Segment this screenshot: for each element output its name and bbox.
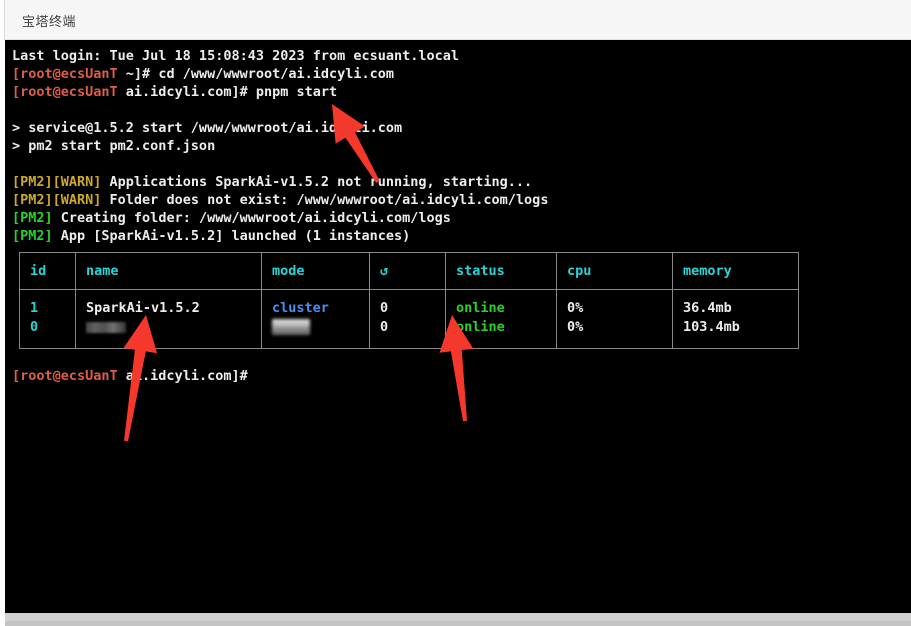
terminal-text-segment: [PM2][WARN] <box>12 174 110 190</box>
terminal-text-segment: ai.idcyli.com]# <box>125 368 256 384</box>
terminal-text-segment: [PM2][WARN] <box>12 192 110 208</box>
tab-terminal[interactable]: 宝塔终端 <box>22 11 76 30</box>
terminal-log-line: [PM2] App [SparkAi-v1.5.2] launched (1 i… <box>12 227 911 245</box>
terminal-text-segment: [root@ecsUanT <box>12 84 126 100</box>
pm2-value-mode-redacted <box>272 318 369 337</box>
pm2-header-mode: mode <box>261 252 370 290</box>
window-titlebar: 宝塔终端 <box>0 0 911 40</box>
terminal-spacer-line <box>12 349 911 367</box>
pm2-process-table: id name mode ↺ status cpu memory 1 0 Spa… <box>19 252 799 349</box>
pm2-cell-cpu: 0% 0% <box>556 289 673 349</box>
terminal-text-segment: ~]# <box>125 66 159 82</box>
terminal-log-lines: Last login: Tue Jul 18 15:08:43 2023 fro… <box>12 47 911 245</box>
pm2-cell-memory: 36.4mb 103.4mb <box>672 289 799 349</box>
pm2-value-restarts: 0 <box>380 300 389 316</box>
status-badge: online <box>456 300 505 316</box>
terminal-log-line: [PM2][WARN] Applications SparkAi-v1.5.2 … <box>12 173 911 191</box>
terminal-log-line: > service@1.5.2 start /www/wwwroot/ai.id… <box>12 119 911 137</box>
pm2-header-cpu: cpu <box>556 252 673 290</box>
terminal-text-segment: Folder does not exist: /www/wwwroot/ai.i… <box>109 192 549 208</box>
baota-terminal-window: 宝塔终端 Last login: Tue Jul 18 15:08:43 202… <box>0 0 911 626</box>
pm2-value-name-redacted <box>86 318 261 337</box>
pm2-value-id: 1 <box>30 300 39 316</box>
pm2-cell-name: SparkAi-v1.5.2 <box>75 289 262 349</box>
terminal-prompt-line[interactable]: [root@ecsUanT ai.idcyli.com]# <box>12 367 911 385</box>
pm2-value-id: 0 <box>30 319 39 335</box>
terminal-log-line: [PM2] Creating folder: /www/wwwroot/ai.i… <box>12 209 911 227</box>
pm2-table-row-group: 1 0 SparkAi-v1.5.2 cluster 0 0 online on… <box>19 289 799 349</box>
terminal-text-segment: [root@ecsUanT <box>12 66 126 82</box>
pm2-value-cpu: 0% <box>567 319 584 335</box>
pm2-header-id: id <box>19 252 76 290</box>
terminal-log-line <box>12 155 911 173</box>
terminal-text-segment: [PM2] <box>12 210 61 226</box>
window-left-edge <box>0 0 5 40</box>
pm2-cell-mode: cluster <box>261 289 370 349</box>
pm2-header-memory: memory <box>672 252 799 290</box>
pm2-cell-id: 1 0 <box>19 289 76 349</box>
terminal-log-line: [root@ecsUanT ai.idcyli.com]# pnpm start <box>12 83 911 101</box>
redaction-block <box>86 321 126 333</box>
redaction-block <box>272 319 310 335</box>
pm2-cell-status: online online <box>445 289 557 349</box>
pm2-value-cpu: 0% <box>567 300 584 316</box>
terminal-log-line: [PM2][WARN] Folder does not exist: /www/… <box>12 191 911 209</box>
terminal-text-segment: Creating folder: /www/wwwroot/ai.idcyli.… <box>60 210 451 226</box>
pm2-value-memory: 103.4mb <box>683 319 740 335</box>
terminal-log-line: [root@ecsUanT ~]# cd /www/wwwroot/ai.idc… <box>12 65 911 83</box>
terminal-text-segment: > service@1.5.2 start /www/wwwroot/ai.id… <box>12 120 403 136</box>
bottom-scrollbar[interactable] <box>5 621 911 626</box>
pm2-header-name: name <box>75 252 262 290</box>
terminal-text-segment: Last login: Tue Jul 18 15:08:43 2023 fro… <box>12 48 460 64</box>
pm2-value-name: SparkAi-v1.5.2 <box>86 300 200 316</box>
terminal-log-line <box>12 101 911 119</box>
bottom-cutoff-strip <box>5 613 911 626</box>
terminal-output-pane[interactable]: Last login: Tue Jul 18 15:08:43 2023 fro… <box>5 40 911 613</box>
terminal-text-segment: App [SparkAi-v1.5.2] launched (1 instanc… <box>60 228 411 244</box>
pm2-cell-restarts: 0 0 <box>369 289 446 349</box>
terminal-text-segment: > pm2 start pm2.conf.json <box>12 138 216 154</box>
pm2-value-memory: 36.4mb <box>683 300 732 316</box>
terminal-log-line: Last login: Tue Jul 18 15:08:43 2023 fro… <box>12 47 911 65</box>
terminal-log-line: > pm2 start pm2.conf.json <box>12 137 911 155</box>
pm2-value-restarts: 0 <box>380 319 389 335</box>
terminal-text-segment: cd /www/wwwroot/ai.idcyli.com <box>158 66 395 82</box>
pm2-header-status: status <box>445 252 557 290</box>
status-badge: online <box>456 319 505 335</box>
terminal-text-segment: Applications SparkAi-v1.5.2 not running,… <box>109 174 533 190</box>
pm2-value-mode: cluster <box>272 300 329 316</box>
terminal-text-segment: [root@ecsUanT <box>12 368 126 384</box>
terminal-text-segment: [PM2] <box>12 228 61 244</box>
terminal-text-segment: ai.idcyli.com]# <box>125 84 256 100</box>
restart-count-icon: ↺ <box>369 252 446 290</box>
pm2-table-header-row: id name mode ↺ status cpu memory <box>19 252 799 290</box>
terminal-text-segment: pnpm start <box>255 84 338 100</box>
